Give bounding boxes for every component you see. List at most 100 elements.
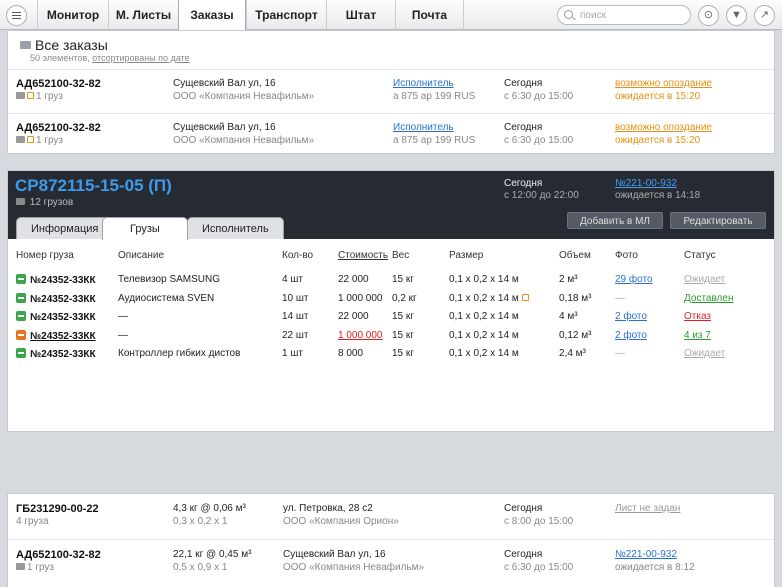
order-id[interactable]: АД652100-32-82 [16, 549, 101, 561]
camera-icon [16, 563, 25, 570]
cargo-volume: 4 м³ [559, 311, 578, 322]
cargo-size-text: 0,1 x 0,2 x 14 м [449, 274, 519, 285]
col-description[interactable]: Описание [118, 250, 164, 261]
cargo-size: 0,1 x 0,2 x 14 м [449, 330, 519, 341]
order-dims: 0,5 x 0,9 x 1 [173, 562, 228, 573]
search-placeholder: поиск [580, 10, 606, 21]
order-id[interactable]: АД652100-32-82 [16, 122, 101, 134]
col-cost[interactable]: Стоимость [338, 250, 388, 261]
cargo-weight: 15 кг [392, 329, 414, 341]
cargo-cost: 1 000 000 [338, 292, 383, 304]
cargo-photo[interactable]: 2 фото [615, 330, 647, 341]
executor-link[interactable]: Исполнитель [393, 78, 454, 89]
search-input[interactable]: поиск [557, 5, 691, 25]
col-status[interactable]: Статус [684, 250, 716, 261]
order-company: ООО «Компания Невафильм» [283, 562, 425, 573]
cargo-row[interactable]: №24352-33КК Контроллер гибких дистов 1 шт 8… [8, 345, 774, 363]
cargo-row[interactable]: №24352-33КК Аудиосистема SVEN 10 шт 1 000 0… [8, 290, 774, 308]
cargo-quantity: 4 шт [282, 274, 303, 285]
cargo-count: 1 груз [36, 135, 64, 146]
camera-icon [16, 198, 25, 205]
panel-subtitle: 50 элементов, отсортированы по дате [30, 53, 190, 63]
col-size[interactable]: Размер [449, 250, 483, 261]
expand-icon[interactable]: ↗ [754, 5, 775, 26]
add-to-route-sheet-button[interactable]: Добавить в МЛ [567, 212, 663, 229]
cargo-quantity: 1 шт [282, 348, 303, 359]
order-cargo: 1 груз [16, 562, 54, 573]
tab-executor[interactable]: Исполнитель [187, 217, 284, 239]
cargo-number[interactable]: №24352-33КК [16, 348, 96, 360]
orders-list-bottom: ГБ231290-00-22 4 груза 4,3 кг @ 0,06 м³ … [7, 493, 775, 587]
cargo-size: 0,1 x 0,2 x 14 м [449, 293, 531, 304]
cargo-photo[interactable]: 2 фото [615, 311, 647, 322]
cargo-number-text: №24352-33КК [30, 293, 96, 305]
tab-monitor[interactable]: Монитор [37, 0, 108, 30]
tab-route-sheets[interactable]: М. Листы [108, 0, 178, 30]
menu-icon[interactable] [6, 5, 27, 26]
col-volume[interactable]: Объем [559, 250, 591, 261]
cargo-row[interactable]: №24352-33КК — 14 шт 22 000 15 кг 0,1 x 0,2 x … [8, 308, 774, 326]
cargo-volume: 2,4 м³ [559, 348, 586, 359]
route-sheet-link[interactable]: Лист не задан [615, 503, 680, 514]
executor-link[interactable]: Исполнитель [393, 122, 454, 133]
col-number[interactable]: Номер груза [16, 250, 74, 261]
cargo-photo[interactable]: 29 фото [615, 274, 653, 285]
order-id[interactable]: ГБ231290-00-22 [16, 503, 99, 515]
cargo-row[interactable]: №24352-33КК — 22 шт 1 000 000 15 кг 0,1 x 0,2… [8, 327, 774, 345]
cargo-size-text: 0,1 x 0,2 x 14 м [449, 292, 519, 304]
cargo-description: — [118, 329, 128, 341]
cargo-status[interactable]: Отказ [684, 311, 711, 322]
order-row[interactable]: АД652100-32-82 1 груз Сущевский Вал ул, … [8, 69, 774, 114]
order-row[interactable]: АД652100-32-82 1 груз Сущевский Вал ул, … [8, 113, 774, 158]
delivery-day: Сегодня [504, 549, 543, 560]
col-photo[interactable]: Фото [615, 250, 638, 261]
delivery-time: с 6:30 до 15:00 [504, 562, 574, 573]
cargo-number[interactable]: №24352-33КК [16, 292, 96, 305]
cargo-status[interactable]: Доставлен [684, 293, 733, 304]
col-quantity[interactable]: Кол-во [282, 250, 313, 261]
cargo-status[interactable]: 4 из 7 [684, 330, 711, 341]
sort-link[interactable]: отсортированы по дате [92, 53, 190, 63]
items-count: 50 элементов, [30, 53, 90, 63]
cargo-volume: 0,12 м³ [559, 329, 592, 341]
filter-icon[interactable]: ▼ [726, 5, 747, 26]
tab-transport[interactable]: Транспорт [246, 0, 326, 30]
cargo-size-text: 0,1 x 0,2 x 14 м [449, 329, 519, 341]
delivery-day: Сегодня [504, 122, 543, 133]
cargo-weight: 0,2 кг [392, 292, 417, 304]
tab-info[interactable]: Информация [16, 217, 114, 239]
cargo-row[interactable]: №24352-33КК Телевизор SAMSUNG 4 шт 22 000 15… [8, 271, 774, 289]
cargo-number[interactable]: №24352-33КК [16, 329, 96, 342]
tab-staff[interactable]: Штат [326, 0, 395, 30]
edit-button[interactable]: Редактировать [670, 212, 766, 229]
cargo-status[interactable]: Ожидает [684, 274, 725, 285]
cargo-description: Аудиосистема SVEN [118, 292, 215, 304]
tab-cargo[interactable]: Грузы [102, 217, 188, 240]
cargo-status[interactable]: Ожидает [684, 348, 725, 359]
cargo-photo: — [615, 348, 625, 359]
tab-orders[interactable]: Заказы [178, 0, 246, 31]
order-row[interactable]: ГБ231290-00-22 4 груза 4,3 кг @ 0,06 м³ … [8, 494, 774, 539]
panel-title-text: Все заказы [35, 37, 108, 53]
delivery-time: с 6:30 до 15:00 [504, 135, 574, 146]
tab-mail[interactable]: Почта [395, 0, 464, 30]
cargo-number[interactable]: №24352-33КК [16, 311, 96, 323]
col-weight[interactable]: Вес [392, 250, 409, 261]
hand-icon [27, 92, 34, 99]
status-warning[interactable]: возможно опоздание [615, 122, 712, 133]
status-warning[interactable]: возможно опоздание [615, 78, 712, 89]
camera-icon [16, 92, 25, 99]
order-row[interactable]: АД652100-32-82 1 груз 22,1 кг @ 0,45 м³ … [8, 539, 774, 584]
order-id[interactable]: АД652100-32-82 [16, 78, 101, 90]
search-icon [564, 10, 573, 19]
route-sheet-link[interactable]: №221-00-932 [615, 178, 677, 189]
executor-plate: а 875 ар 199 RUS [393, 135, 476, 146]
paperclip-icon[interactable]: ⊙ [698, 5, 719, 26]
status-expected: ожидается в 15:20 [615, 91, 701, 102]
order-detail-cargo: 12 грузов [16, 197, 73, 208]
camera-icon [16, 136, 25, 143]
cargo-number[interactable]: №24352-33КК [16, 274, 96, 286]
order-cargo: 4 груза [16, 516, 49, 527]
route-sheet-link[interactable]: №221-00-932 [615, 549, 677, 560]
cargo-cost: 8 000 [338, 348, 364, 359]
